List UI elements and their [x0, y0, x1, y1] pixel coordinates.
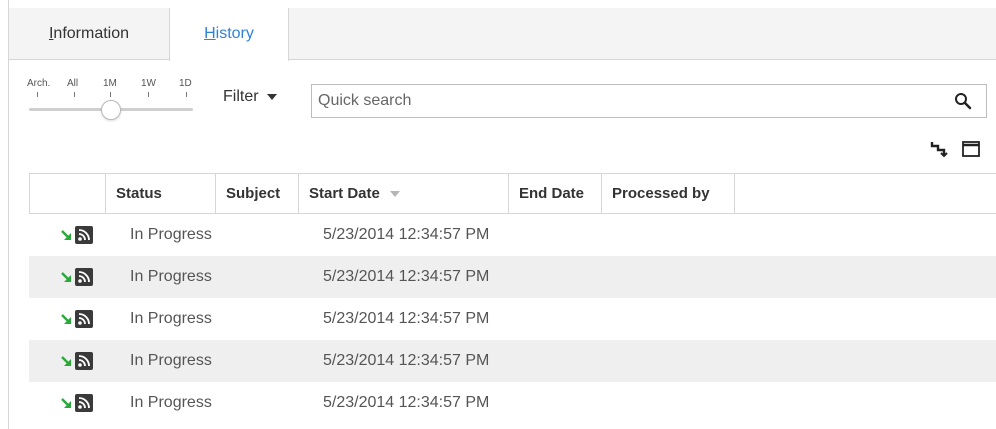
window-icon[interactable]	[961, 140, 981, 158]
tab-bar: Information History	[9, 8, 996, 61]
filter-label: Filter	[223, 88, 259, 105]
sort-descending-icon	[389, 191, 400, 198]
column-header-start-date[interactable]: Start Date	[299, 174, 509, 214]
table-row[interactable]: In Progress 5/23/2014 12:34:57 PM	[29, 340, 996, 382]
feed-icon	[75, 394, 93, 412]
row-start-date: 5/23/2014 12:34:57 PM	[323, 394, 490, 411]
inbound-arrow-icon	[61, 356, 71, 366]
slider-label-1d: 1D	[179, 78, 192, 89]
feed-icon	[75, 352, 93, 370]
inbound-arrow-icon	[61, 230, 71, 240]
quick-search-input[interactable]	[312, 85, 932, 117]
column-header-icons[interactable]	[29, 174, 106, 214]
slider-label-arch: Arch.	[27, 78, 51, 89]
column-header-end-date[interactable]: End Date	[509, 174, 602, 214]
column-header-start-date-label: Start Date	[309, 185, 380, 202]
row-status: In Progress	[130, 394, 212, 411]
row-start-date: 5/23/2014 12:34:57 PM	[323, 268, 490, 285]
slider-label-all: All	[67, 78, 79, 89]
slider-thumb[interactable]	[101, 100, 121, 120]
slider-tick	[37, 92, 38, 97]
tab-history-label: istory	[215, 25, 254, 42]
caret-down-icon	[266, 93, 277, 100]
inbound-arrow-icon	[61, 272, 71, 282]
slider-label-1m: 1M	[103, 78, 117, 89]
inbound-arrow-icon	[61, 398, 71, 408]
table-body: In Progress 5/23/2014 12:34:57 PM In Pro…	[29, 214, 996, 424]
tab-information[interactable]: Information	[9, 8, 169, 60]
history-panel: Information History Arch. All 1M 1W 1D F…	[8, 0, 996, 429]
tab-history-accel: H	[204, 25, 216, 42]
table-row[interactable]: In Progress 5/23/2014 12:34:57 PM	[29, 256, 996, 298]
table-row[interactable]: In Progress 5/23/2014 12:34:57 PM	[29, 214, 996, 256]
row-start-date: 5/23/2014 12:34:57 PM	[323, 352, 490, 369]
row-status: In Progress	[130, 268, 212, 285]
row-status: In Progress	[130, 310, 212, 327]
row-status: In Progress	[130, 352, 212, 369]
slider-tick	[148, 92, 149, 97]
feed-icon	[75, 268, 93, 286]
row-status: In Progress	[130, 226, 212, 243]
column-header-subject[interactable]: Subject	[216, 174, 299, 214]
feed-icon	[75, 226, 93, 244]
inbound-arrow-icon	[61, 314, 71, 324]
feed-icon	[75, 310, 93, 328]
quick-search-box	[311, 84, 987, 118]
slider-tick	[186, 92, 187, 97]
column-header-processed-by[interactable]: Processed by	[602, 174, 735, 214]
column-header-status[interactable]: Status	[106, 174, 216, 214]
slider-tick	[74, 92, 75, 97]
time-range-slider[interactable]: Arch. All 1M 1W 1D	[27, 78, 207, 122]
search-icon[interactable]	[954, 92, 972, 110]
slider-label-1w: 1W	[141, 78, 156, 89]
expand-icon[interactable]	[929, 140, 949, 158]
table-header: Status Subject Start Date End Date Proce…	[29, 174, 996, 214]
row-start-date: 5/23/2014 12:34:57 PM	[323, 226, 490, 243]
history-table: Status Subject Start Date End Date Proce…	[29, 173, 996, 424]
filter-dropdown[interactable]: Filter	[223, 88, 277, 106]
tab-history[interactable]: History	[169, 8, 289, 61]
table-row[interactable]: In Progress 5/23/2014 12:34:57 PM	[29, 298, 996, 340]
row-start-date: 5/23/2014 12:34:57 PM	[323, 310, 490, 327]
table-row[interactable]: In Progress 5/23/2014 12:34:57 PM	[29, 382, 996, 424]
tab-information-label: nformation	[53, 25, 130, 42]
slider-tick	[110, 92, 111, 97]
